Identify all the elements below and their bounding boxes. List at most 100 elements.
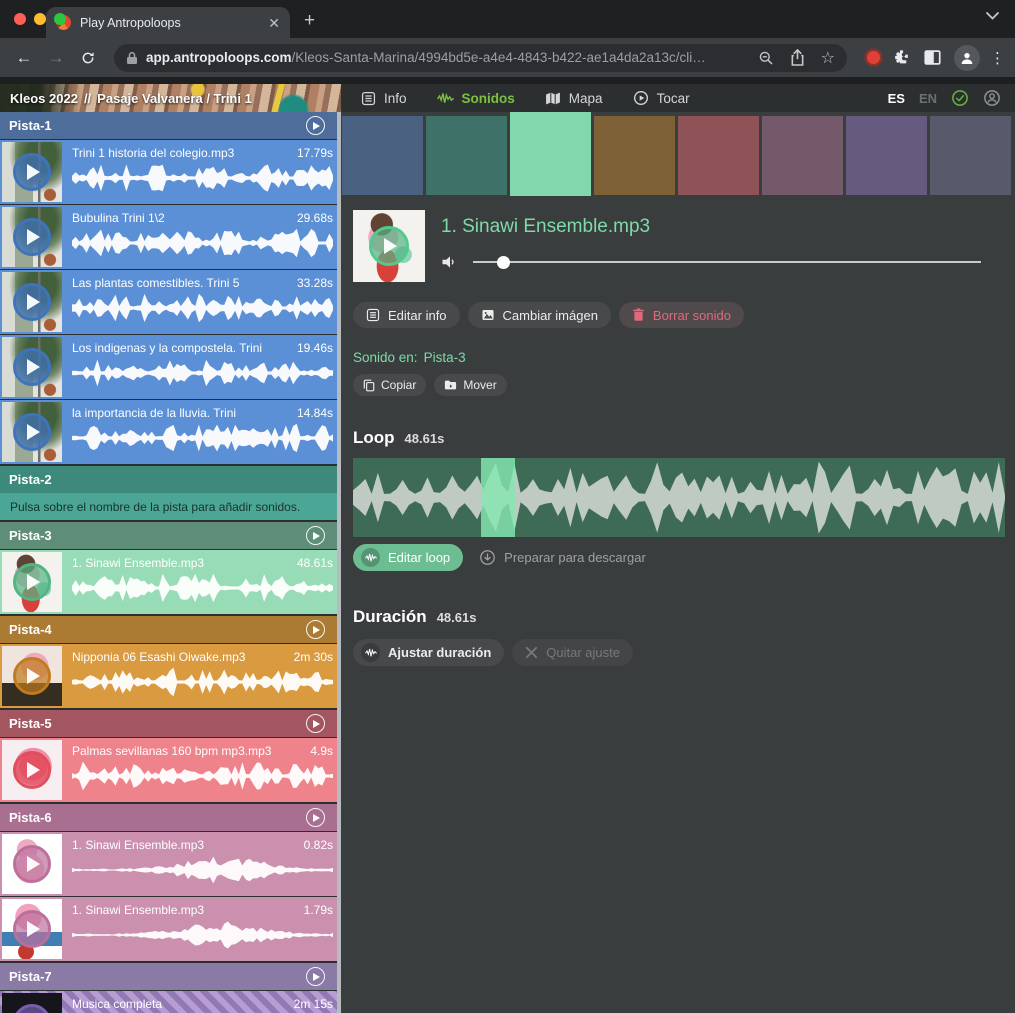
edit-loop-button[interactable]: Editar loop [353,544,463,571]
extensions-puzzle-icon[interactable] [892,48,911,67]
track-play-icon[interactable] [306,526,325,545]
tab-close-icon[interactable]: ✕ [268,16,280,30]
track-header[interactable]: Pista-7 [0,963,341,990]
main-tab-info[interactable]: Info [361,91,407,106]
tab-search-chevron-icon[interactable] [986,12,999,20]
back-button[interactable]: ← [10,44,38,72]
minimize-window-button[interactable] [34,13,46,25]
track-color-swatch[interactable] [846,116,927,195]
main-tab-tocar[interactable]: Tocar [633,90,690,106]
clip-row[interactable]: Nipponia 06 Esashi Oiwake.mp3 2m 30s [0,644,341,708]
clip-row[interactable]: 1. Sinawi Ensemble.mp3 48.61s [0,550,341,614]
main-tab-sonidos[interactable]: Sonidos [437,91,515,106]
x-icon [525,646,538,659]
language-en[interactable]: EN [919,91,937,106]
forward-button[interactable]: → [42,44,70,72]
bookmark-star-icon[interactable]: ☆ [821,48,835,68]
clip-row[interactable]: Trini 1 historia del colegio.mp3 17.79s [0,140,341,204]
clip-row[interactable]: Los indigenas y la compostela. Trini 19.… [0,335,341,399]
edit-info-button[interactable]: Editar info [353,302,460,328]
track-color-swatch[interactable] [762,116,843,195]
copy-button[interactable]: Copiar [353,374,426,396]
track-header[interactable]: Pista-1 [0,112,341,139]
play-overlay-icon[interactable] [13,153,51,191]
track-header[interactable]: Pista-3 [0,522,341,549]
play-overlay-icon[interactable] [369,226,409,266]
track-play-icon[interactable] [306,714,325,733]
menu-kebab-icon[interactable]: ⋮ [990,49,1005,67]
play-overlay-icon[interactable] [13,1004,51,1013]
clear-adjust-button[interactable]: Quitar ajuste [512,639,633,666]
sidebar-scrollbar[interactable] [337,112,341,1013]
browser-tab[interactable]: Play Antropoloops ✕ [46,7,290,38]
track-name: Pista-5 [9,716,306,731]
track-header[interactable]: Pista-6 [0,804,341,831]
play-overlay-icon[interactable] [13,657,51,695]
list-icon [361,91,376,106]
track-color-swatch[interactable] [594,116,675,195]
sync-check-icon[interactable] [951,89,969,107]
main-tab-mapa[interactable]: Mapa [545,91,603,106]
volume-icon[interactable] [441,254,459,270]
clip-row[interactable]: 1. Sinawi Ensemble.mp3 0.82s [0,832,341,896]
track-color-swatch-selected[interactable] [510,112,591,196]
account-icon[interactable] [983,89,1001,107]
change-image-button[interactable]: Cambiar imágen [468,302,611,328]
track-play-icon[interactable] [306,808,325,827]
loop-duration-value: 48.61s [405,431,445,446]
play-overlay-icon[interactable] [13,845,51,883]
address-bar[interactable]: app.antropoloops.com/Kleos-Santa-Marina/… [114,44,847,72]
reload-button[interactable] [74,44,102,72]
track-header[interactable]: Pista-2 [0,466,341,493]
track-name: Pista-2 [9,472,332,487]
project-map-banner[interactable]: Kleos 2022//Pasaje Valvanera / Trini 1 [0,84,341,112]
share-icon[interactable] [790,49,805,66]
play-overlay-icon[interactable] [13,413,51,451]
track-color-swatch[interactable] [930,116,1011,195]
volume-slider[interactable] [473,255,981,269]
recording-indicator-icon[interactable] [867,51,880,64]
track-play-icon[interactable] [306,620,325,639]
zoom-window-button[interactable] [54,13,66,25]
track-color-swatch[interactable] [426,116,507,195]
play-overlay-icon[interactable] [13,348,51,386]
loop-selection-region[interactable] [481,458,515,537]
play-overlay-icon[interactable] [13,283,51,321]
new-tab-button[interactable]: + [304,10,315,32]
prepare-download-button[interactable]: Preparar para descargar [473,545,652,571]
clip-row[interactable]: 1. Sinawi Ensemble.mp3 1.79s [0,897,341,961]
clip-thumbnail [2,993,62,1013]
play-overlay-icon[interactable] [13,910,51,948]
adjust-duration-button[interactable]: Ajustar duración [353,639,504,666]
zoom-icon[interactable] [758,50,774,66]
clip-thumbnail [2,272,62,332]
move-button[interactable]: Mover [434,374,506,396]
play-overlay-icon[interactable] [13,218,51,256]
clip-title: Palmas sevillanas 160 bpm mp3.mp3 [72,744,302,758]
clip-thumbnail [2,552,62,612]
track-header[interactable]: Pista-4 [0,616,341,643]
track-header[interactable]: Pista-5 [0,710,341,737]
side-panel-icon[interactable] [923,49,942,66]
clip-row[interactable]: la importancia de la lluvia. Trini 14.84… [0,400,341,464]
delete-sound-button[interactable]: Borrar sonido [619,302,744,328]
track-play-icon[interactable] [306,967,325,986]
track-play-icon[interactable] [306,116,325,135]
clip-row[interactable]: Las plantas comestibles. Trini 5 33.28s [0,270,341,334]
volume-slider-thumb[interactable] [497,256,510,269]
clip-row[interactable]: Palmas sevillanas 160 bpm mp3.mp3 4.9s [0,738,341,802]
sound-location-track[interactable]: Pista-3 [424,350,466,365]
play-overlay-icon[interactable] [13,751,51,789]
loop-waveform[interactable] [353,458,1005,537]
track-color-swatch[interactable] [342,116,423,195]
language-es[interactable]: ES [888,91,905,106]
loop-heading: Loop48.61s [353,428,1005,448]
track-color-swatch[interactable] [678,116,759,195]
sound-thumbnail[interactable] [353,210,425,282]
profile-avatar[interactable] [954,45,980,71]
clip-row[interactable]: Bubulina Trini 1\2 29.68s [0,205,341,269]
folder-move-icon [444,379,457,391]
close-window-button[interactable] [14,13,26,25]
clip-row[interactable]: Musica completa 2m 15s [0,991,341,1013]
play-overlay-icon[interactable] [13,563,51,601]
